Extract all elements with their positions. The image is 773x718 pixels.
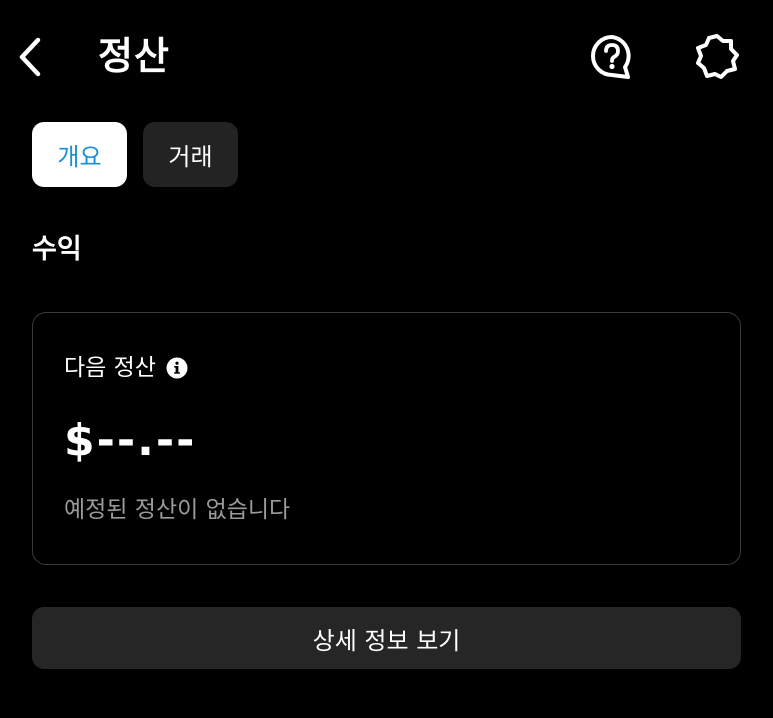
gear-icon: [696, 34, 739, 79]
tab-overview[interactable]: 개요: [32, 122, 127, 187]
header: 정산: [0, 0, 773, 116]
earnings-section-title: 수익: [32, 234, 82, 265]
info-icon[interactable]: [166, 357, 188, 379]
help-button[interactable]: [587, 32, 637, 82]
view-details-button[interactable]: 상세 정보 보기: [32, 607, 741, 669]
card-label-row: 다음 정산: [64, 353, 188, 383]
chevron-left-icon: [19, 37, 41, 77]
next-payout-card: 다음 정산 $--.-- 예정된 정산이 없습니다: [32, 312, 741, 565]
tab-bar: 개요 거래: [32, 122, 238, 187]
tab-transactions[interactable]: 거래: [143, 122, 238, 187]
payout-amount: $--.--: [64, 415, 197, 466]
next-payout-label: 다음 정산: [64, 355, 156, 381]
settings-button[interactable]: [692, 32, 742, 82]
help-bubble-icon: [591, 35, 631, 79]
page-title: 정산: [98, 34, 170, 78]
back-button[interactable]: [10, 30, 50, 84]
payout-status: 예정된 정산이 없습니다: [64, 497, 291, 523]
